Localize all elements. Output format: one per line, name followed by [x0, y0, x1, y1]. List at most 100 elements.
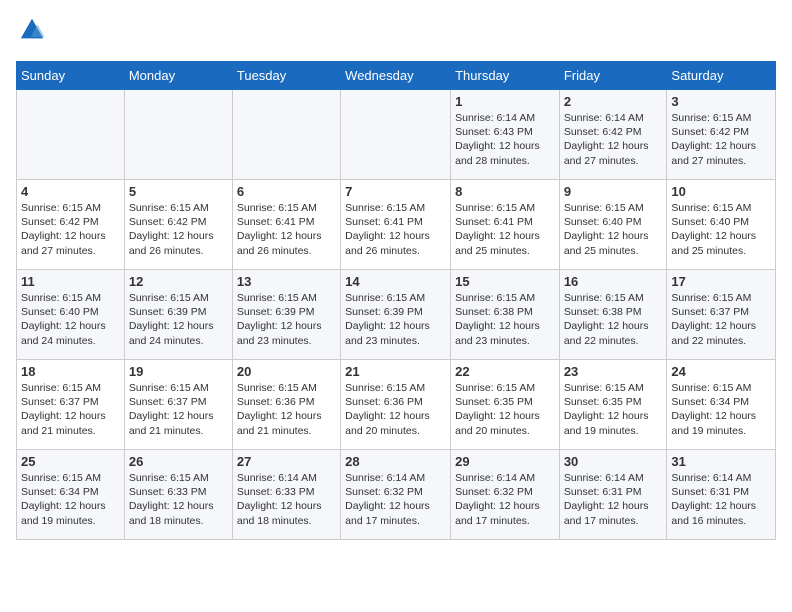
day-number: 30 [564, 454, 663, 469]
day-cell [341, 90, 451, 180]
day-cell: 19 Sunrise: 6:15 AMSunset: 6:37 PMDayligh… [124, 360, 232, 450]
day-cell: 18Sunrise: 6:15 AMSunset: 6:37 PMDayligh… [17, 360, 125, 450]
day-info: Sunrise: 6:15 AMSunset: 6:38 PMDaylight:… [455, 291, 555, 348]
day-info: Sunrise: 6:15 AMSunset: 6:36 PMDaylight:… [345, 381, 446, 438]
day-info: Sunrise: 6:15 AMSunset: 6:41 PMDaylight:… [455, 201, 555, 258]
day-cell: 27Sunrise: 6:14 AMSunset: 6:33 PMDayligh… [232, 450, 340, 540]
header-row: SundayMondayTuesdayWednesdayThursdayFrid… [17, 62, 776, 90]
day-cell: 14Sunrise: 6:15 AMSunset: 6:39 PMDayligh… [341, 270, 451, 360]
day-info: Sunrise: 6:15 AMSunset: 6:40 PMDaylight:… [564, 201, 663, 258]
day-info: Sunrise: 6:15 AMSunset: 6:39 PMDaylight:… [237, 291, 336, 348]
day-number: 14 [345, 274, 446, 289]
day-number: 18 [21, 364, 120, 379]
day-info: Sunrise: 6:15 AMSunset: 6:33 PMDaylight:… [129, 471, 228, 528]
day-info: Sunrise: 6:14 AMSunset: 6:31 PMDaylight:… [671, 471, 771, 528]
day-number: 16 [564, 274, 663, 289]
day-cell: 6 Sunrise: 6:15 AMSunset: 6:41 PMDaylight… [232, 180, 340, 270]
day-info: Sunrise: 6:15 AMSunset: 6:35 PMDaylight:… [455, 381, 555, 438]
day-info: Sunrise: 6:14 AMSunset: 6:31 PMDaylight:… [564, 471, 663, 528]
logo-icon [18, 16, 46, 44]
day-info: Sunrise: 6:14 AMSunset: 6:42 PMDaylight:… [564, 111, 663, 168]
day-number: 21 [345, 364, 446, 379]
day-info: Sunrise: 6:15 AMSunset: 6:35 PMDaylight:… [564, 381, 663, 438]
header-cell-wednesday: Wednesday [341, 62, 451, 90]
day-cell: 15Sunrise: 6:15 AMSunset: 6:38 PMDayligh… [451, 270, 560, 360]
day-number: 5 [129, 184, 228, 199]
day-cell: 9 Sunrise: 6:15 AMSunset: 6:40 PMDaylight… [559, 180, 667, 270]
day-cell: 11 Sunrise: 6:15 AMSunset: 6:40 PMDayligh… [17, 270, 125, 360]
day-info: Sunrise: 6:15 AMSunset: 6:37 PMDaylight:… [129, 381, 228, 438]
day-cell: 28 Sunrise: 6:14 AMSunset: 6:32 PMDayligh… [341, 450, 451, 540]
day-info: Sunrise: 6:14 AMSunset: 6:43 PMDaylight:… [455, 111, 555, 168]
day-cell: 2 Sunrise: 6:14 AMSunset: 6:42 PMDaylight… [559, 90, 667, 180]
day-info: Sunrise: 6:15 AMSunset: 6:40 PMDaylight:… [21, 291, 120, 348]
week-row-3: 11 Sunrise: 6:15 AMSunset: 6:40 PMDayligh… [17, 270, 776, 360]
day-info: Sunrise: 6:15 AMSunset: 6:41 PMDaylight:… [237, 201, 336, 258]
day-cell: 7 Sunrise: 6:15 AMSunset: 6:41 PMDaylight… [341, 180, 451, 270]
day-cell: 29 Sunrise: 6:14 AMSunset: 6:32 PMDayligh… [451, 450, 560, 540]
day-number: 8 [455, 184, 555, 199]
day-cell: 8 Sunrise: 6:15 AMSunset: 6:41 PMDaylight… [451, 180, 560, 270]
week-row-5: 25 Sunrise: 6:15 AMSunset: 6:34 PMDayligh… [17, 450, 776, 540]
day-number: 20 [237, 364, 336, 379]
header-cell-saturday: Saturday [667, 62, 776, 90]
header-cell-friday: Friday [559, 62, 667, 90]
header-cell-thursday: Thursday [451, 62, 560, 90]
day-number: 24 [671, 364, 771, 379]
day-number: 7 [345, 184, 446, 199]
day-info: Sunrise: 6:15 AMSunset: 6:34 PMDaylight:… [671, 381, 771, 438]
page-header [16, 16, 776, 49]
calendar-body: 1Sunrise: 6:14 AMSunset: 6:43 PMDaylight… [17, 90, 776, 540]
day-info: Sunrise: 6:14 AMSunset: 6:32 PMDaylight:… [455, 471, 555, 528]
day-cell [124, 90, 232, 180]
day-info: Sunrise: 6:15 AMSunset: 6:41 PMDaylight:… [345, 201, 446, 258]
day-info: Sunrise: 6:15 AMSunset: 6:39 PMDaylight:… [129, 291, 228, 348]
day-info: Sunrise: 6:15 AMSunset: 6:40 PMDaylight:… [671, 201, 771, 258]
day-number: 11 [21, 274, 120, 289]
day-number: 13 [237, 274, 336, 289]
day-cell [17, 90, 125, 180]
header-cell-tuesday: Tuesday [232, 62, 340, 90]
day-number: 29 [455, 454, 555, 469]
logo [16, 16, 46, 49]
day-number: 9 [564, 184, 663, 199]
day-number: 17 [671, 274, 771, 289]
calendar-table: SundayMondayTuesdayWednesdayThursdayFrid… [16, 61, 776, 540]
day-cell: 16 Sunrise: 6:15 AMSunset: 6:38 PMDayligh… [559, 270, 667, 360]
day-cell: 23 Sunrise: 6:15 AMSunset: 6:35 PMDayligh… [559, 360, 667, 450]
day-info: Sunrise: 6:15 AMSunset: 6:42 PMDaylight:… [21, 201, 120, 258]
day-info: Sunrise: 6:15 AMSunset: 6:34 PMDaylight:… [21, 471, 120, 528]
day-info: Sunrise: 6:15 AMSunset: 6:38 PMDaylight:… [564, 291, 663, 348]
day-number: 10 [671, 184, 771, 199]
day-number: 26 [129, 454, 228, 469]
day-number: 31 [671, 454, 771, 469]
header-cell-sunday: Sunday [17, 62, 125, 90]
day-number: 6 [237, 184, 336, 199]
day-info: Sunrise: 6:14 AMSunset: 6:32 PMDaylight:… [345, 471, 446, 528]
day-number: 23 [564, 364, 663, 379]
day-cell: 10 Sunrise: 6:15 AMSunset: 6:40 PMDayligh… [667, 180, 776, 270]
day-info: Sunrise: 6:15 AMSunset: 6:42 PMDaylight:… [129, 201, 228, 258]
day-cell: 25 Sunrise: 6:15 AMSunset: 6:34 PMDayligh… [17, 450, 125, 540]
day-cell: 26 Sunrise: 6:15 AMSunset: 6:33 PMDayligh… [124, 450, 232, 540]
day-number: 28 [345, 454, 446, 469]
day-info: Sunrise: 6:15 AMSunset: 6:37 PMDaylight:… [671, 291, 771, 348]
day-cell: 12 Sunrise: 6:15 AMSunset: 6:39 PMDayligh… [124, 270, 232, 360]
day-number: 4 [21, 184, 120, 199]
day-cell: 4 Sunrise: 6:15 AMSunset: 6:42 PMDaylight… [17, 180, 125, 270]
day-cell: 21 Sunrise: 6:15 AMSunset: 6:36 PMDayligh… [341, 360, 451, 450]
day-cell: 3Sunrise: 6:15 AMSunset: 6:42 PMDaylight… [667, 90, 776, 180]
day-cell: 30 Sunrise: 6:14 AMSunset: 6:31 PMDayligh… [559, 450, 667, 540]
day-cell: 22Sunrise: 6:15 AMSunset: 6:35 PMDayligh… [451, 360, 560, 450]
day-info: Sunrise: 6:15 AMSunset: 6:36 PMDaylight:… [237, 381, 336, 438]
day-number: 25 [21, 454, 120, 469]
day-number: 19 [129, 364, 228, 379]
week-row-4: 18 Sunrise: 6:15 AMSunset: 6:37 PMDayligh… [17, 360, 776, 450]
day-cell [232, 90, 340, 180]
day-cell: 5 Sunrise: 6:15 AMSunset: 6:42 PMDaylight… [124, 180, 232, 270]
day-cell: 20 Sunrise: 6:15 AMSunset: 6:36 PMDayligh… [232, 360, 340, 450]
day-number: 12 [129, 274, 228, 289]
day-cell: 1Sunrise: 6:14 AMSunset: 6:43 PMDaylight… [451, 90, 560, 180]
day-number: 2 [564, 94, 663, 109]
day-cell: 17 Sunrise: 6:15 AMSunset: 6:37 PMDayligh… [667, 270, 776, 360]
